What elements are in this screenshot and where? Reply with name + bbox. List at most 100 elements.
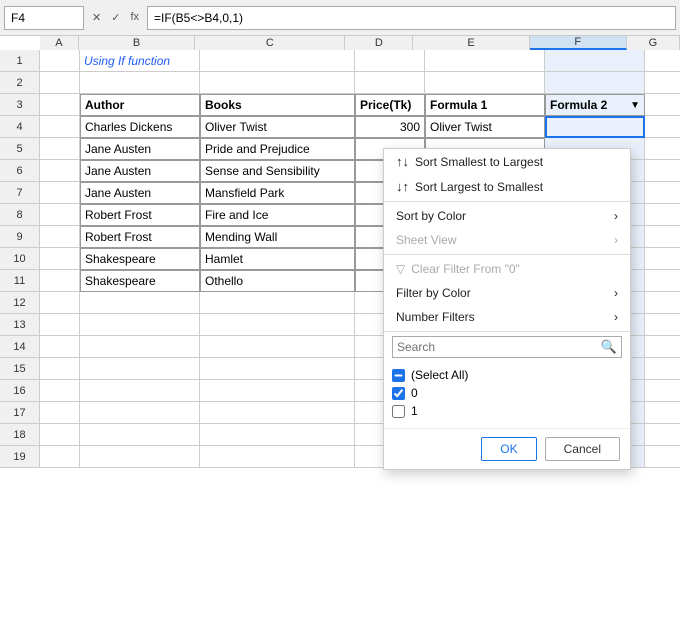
formula-input[interactable]: =IF(B5<>B4,0,1)	[147, 6, 676, 30]
cell-c15[interactable]	[200, 358, 355, 380]
cell-c1[interactable]	[200, 50, 355, 72]
cell-b2[interactable]	[80, 72, 200, 94]
cell-b13[interactable]	[80, 314, 200, 336]
cell-d1[interactable]	[355, 50, 425, 72]
cancel-icon[interactable]: ✕	[88, 9, 105, 26]
checkbox-1-input[interactable]	[392, 405, 405, 418]
cell-b10[interactable]: Shakespeare	[80, 248, 200, 270]
sheet-view[interactable]: Sheet View ›	[384, 228, 630, 252]
checkbox-0-input[interactable]	[392, 387, 405, 400]
cell-a10[interactable]	[40, 248, 80, 270]
cell-b3[interactable]: Author	[80, 94, 200, 116]
cell-b18[interactable]	[80, 424, 200, 446]
cell-e4[interactable]: Oliver Twist	[425, 116, 545, 138]
cell-a7[interactable]	[40, 182, 80, 204]
cell-a2[interactable]	[40, 72, 80, 94]
cell-g12[interactable]	[645, 292, 680, 314]
fx-icon[interactable]: fx	[126, 9, 143, 26]
cell-c7[interactable]: Mansfield Park	[200, 182, 355, 204]
cell-a16[interactable]	[40, 380, 80, 402]
filter-dropdown-icon[interactable]: ▼	[630, 100, 640, 111]
cell-c4[interactable]: Oliver Twist	[200, 116, 355, 138]
checkbox-select-all-input[interactable]	[392, 369, 405, 382]
sort-smallest-to-largest[interactable]: ↑↓ Sort Smallest to Largest	[384, 149, 630, 174]
filter-search-box[interactable]: 🔍	[392, 336, 622, 358]
cell-b11[interactable]: Shakespeare	[80, 270, 200, 292]
cell-c2[interactable]	[200, 72, 355, 94]
cell-g4[interactable]	[645, 116, 680, 138]
cell-a17[interactable]	[40, 402, 80, 424]
cell-g10[interactable]	[645, 248, 680, 270]
clear-filter[interactable]: ▽ Clear Filter From "0"	[384, 257, 630, 281]
cell-c9[interactable]: Mending Wall	[200, 226, 355, 248]
cell-a4[interactable]	[40, 116, 80, 138]
cell-d3[interactable]: Price(Tk)	[355, 94, 425, 116]
cell-a12[interactable]	[40, 292, 80, 314]
cell-c19[interactable]	[200, 446, 355, 468]
checkbox-0[interactable]: 0	[392, 384, 622, 402]
cell-b9[interactable]: Robert Frost	[80, 226, 200, 248]
cell-reference-box[interactable]: F4	[4, 6, 84, 30]
cell-a11[interactable]	[40, 270, 80, 292]
cell-f4[interactable]	[545, 116, 645, 138]
cell-f2[interactable]	[545, 72, 645, 94]
cell-f1[interactable]	[545, 50, 645, 72]
cell-e1[interactable]	[425, 50, 545, 72]
cell-c14[interactable]	[200, 336, 355, 358]
cell-g15[interactable]	[645, 358, 680, 380]
cell-e2[interactable]	[425, 72, 545, 94]
cell-c16[interactable]	[200, 380, 355, 402]
cell-b6[interactable]: Jane Austen	[80, 160, 200, 182]
cell-c12[interactable]	[200, 292, 355, 314]
cell-a19[interactable]	[40, 446, 80, 468]
cell-d2[interactable]	[355, 72, 425, 94]
cell-g17[interactable]	[645, 402, 680, 424]
cell-g8[interactable]	[645, 204, 680, 226]
cell-g2[interactable]	[645, 72, 680, 94]
cell-b12[interactable]	[80, 292, 200, 314]
cell-a13[interactable]	[40, 314, 80, 336]
cell-b17[interactable]	[80, 402, 200, 424]
cell-g11[interactable]	[645, 270, 680, 292]
cell-g9[interactable]	[645, 226, 680, 248]
cell-b16[interactable]	[80, 380, 200, 402]
cell-a14[interactable]	[40, 336, 80, 358]
cell-a15[interactable]	[40, 358, 80, 380]
cell-b14[interactable]	[80, 336, 200, 358]
cell-c10[interactable]: Hamlet	[200, 248, 355, 270]
cell-g16[interactable]	[645, 380, 680, 402]
cell-b19[interactable]	[80, 446, 200, 468]
confirm-icon[interactable]: ✓	[107, 9, 124, 26]
number-filters[interactable]: Number Filters ›	[384, 305, 630, 329]
sort-by-color[interactable]: Sort by Color ›	[384, 204, 630, 228]
cell-b1[interactable]: Using If function	[80, 50, 200, 72]
cell-c18[interactable]	[200, 424, 355, 446]
cell-a5[interactable]	[40, 138, 80, 160]
cell-a9[interactable]	[40, 226, 80, 248]
cancel-button[interactable]: Cancel	[545, 437, 620, 461]
cell-b7[interactable]: Jane Austen	[80, 182, 200, 204]
checkbox-select-all[interactable]: (Select All)	[392, 366, 622, 384]
cell-g13[interactable]	[645, 314, 680, 336]
cell-a6[interactable]	[40, 160, 80, 182]
ok-button[interactable]: OK	[481, 437, 536, 461]
cell-g5[interactable]	[645, 138, 680, 160]
cell-a1[interactable]	[40, 50, 80, 72]
cell-g1[interactable]	[645, 50, 680, 72]
cell-c13[interactable]	[200, 314, 355, 336]
filter-by-color[interactable]: Filter by Color ›	[384, 281, 630, 305]
cell-a8[interactable]	[40, 204, 80, 226]
cell-c5[interactable]: Pride and Prejudice	[200, 138, 355, 160]
cell-g7[interactable]	[645, 182, 680, 204]
cell-g3[interactable]	[645, 94, 680, 116]
cell-g6[interactable]	[645, 160, 680, 182]
cell-f3[interactable]: Formula 2 ▼	[545, 94, 645, 116]
search-input[interactable]	[393, 338, 597, 356]
sort-largest-to-smallest[interactable]: ↓↑ Sort Largest to Smallest	[384, 174, 630, 199]
cell-b15[interactable]	[80, 358, 200, 380]
cell-a18[interactable]	[40, 424, 80, 446]
cell-c11[interactable]: Othello	[200, 270, 355, 292]
cell-g18[interactable]	[645, 424, 680, 446]
cell-b5[interactable]: Jane Austen	[80, 138, 200, 160]
cell-d4[interactable]: 300	[355, 116, 425, 138]
